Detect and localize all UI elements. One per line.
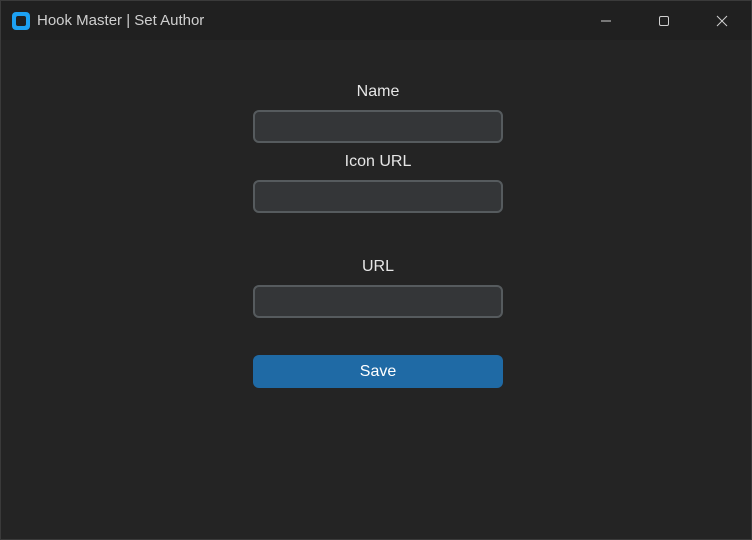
close-icon [716,15,728,27]
window-title: Hook Master | Set Author [37,12,205,29]
form-panel: Name Icon URL URL Save [1,40,751,539]
app-window: Hook Master | Set Author Name Icon URL U… [0,0,752,540]
icon-url-label: Icon URL [344,153,412,170]
maximize-icon [659,16,669,26]
url-label: URL [361,258,394,275]
icon-url-input[interactable] [253,180,503,213]
maximize-button[interactable] [635,1,693,40]
url-input[interactable] [253,285,503,318]
minimize-button[interactable] [577,1,635,40]
app-logo-icon [12,12,30,30]
title-bar[interactable]: Hook Master | Set Author [1,1,751,40]
minimize-icon [601,20,611,22]
name-input[interactable] [253,110,503,143]
close-button[interactable] [693,1,751,40]
save-button[interactable]: Save [253,355,503,388]
name-label: Name [356,83,400,100]
